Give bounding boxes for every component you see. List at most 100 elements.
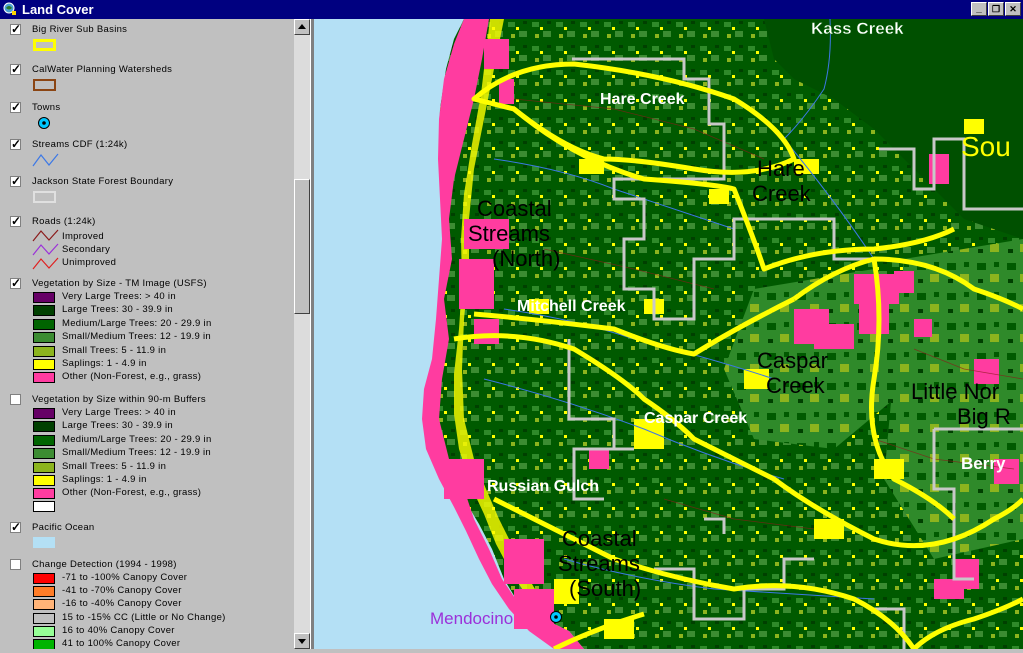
label-caspar-line1: Caspar [757,348,828,373]
veg-buffer-class-label: Very Large Trees: > 40 in [62,407,176,418]
label-coastal-south-1: Coastal [562,526,637,551]
change-class-swatch [33,586,55,598]
mendocino-town-icon[interactable] [550,611,562,623]
veg-class-swatch [33,332,55,344]
change-class-label: -16 to -40% Canopy Cover [62,598,182,610]
layer-checkbox-roads[interactable]: ✓ [10,215,21,227]
road-class-secondary: Secondary [62,244,111,255]
arrow-down-icon [298,639,306,644]
label-hare-creek-small: Hare Creek [600,91,685,108]
label-hare-creek-line1: Hare [757,156,805,181]
scroll-up-button[interactable] [294,19,310,35]
layer-name-roads[interactable]: Roads (1:24k) [32,216,96,227]
change-class-label: 15 to -15% CC (Little or No Change) [62,611,226,623]
veg-class-swatch [33,372,55,384]
veg-buffer-class-swatch [33,461,55,473]
scroll-thumb[interactable] [294,179,310,314]
minimize-button[interactable]: _ [971,2,987,16]
change-class-label: 41 to 100% Canopy Cover [62,638,181,649]
label-berry: Berry [961,454,1006,473]
no-data-swatch [33,501,55,512]
veg-class-label: Medium/Large Trees: 20 - 29.9 in [62,317,212,329]
layer-name-veg-size[interactable]: Vegetation by Size - TM Image (USFS) [32,278,207,289]
label-coastal-north-2: Streams [468,221,550,246]
arrow-up-icon [298,24,306,29]
label-south: Sou [961,131,1011,162]
label-russian-gulch: Russian Gulch [487,478,599,495]
label-kass-creek: Kass Creek [811,19,904,38]
layer-name-pacific-ocean[interactable]: Pacific Ocean [32,522,95,533]
veg-class-label: Small/Medium Trees: 12 - 19.9 in [62,331,211,343]
road-class-improved: Improved [62,231,105,242]
change-class-swatch [33,612,55,624]
veg-class-swatch [33,345,55,357]
layer-name-veg-buffers[interactable]: Vegetation by Size within 90-m Buffers [32,394,206,405]
label-mendocino: Mendocino [430,609,513,628]
layer-checkbox-calwater[interactable]: ✓ [10,63,21,75]
stream-line-icon [32,153,59,167]
label-caspar-line2: Creek [766,373,826,398]
veg-buffer-class-swatch [33,475,55,486]
veg-class-swatch [33,292,55,303]
veg-class-swatch [33,359,55,370]
label-coastal-south-3: (South) [569,576,641,601]
jsf-boundary-symbol [33,191,56,203]
label-coastal-south-2: Streams [558,551,640,576]
change-class-label: -41 to -70% Canopy Cover [62,585,182,597]
layer-checkbox-veg-size[interactable]: ✓ [10,277,21,289]
window-title: Land Cover [22,2,94,17]
label-caspar-creek-small: Caspar Creek [644,410,747,427]
layer-checkbox-pacific-ocean[interactable]: ✓ [10,521,21,533]
layer-checkbox-jsf[interactable]: ✓ [10,175,21,187]
veg-buffer-class-swatch [33,448,55,460]
veg-buffer-class-swatch [33,434,55,446]
veg-buffer-class-swatch [33,488,55,500]
veg-class-label: Small Trees: 5 - 11.9 in [62,344,167,356]
veg-buffer-class-swatch [33,408,55,419]
layer-name-calwater[interactable]: CalWater Planning Watersheds [32,64,172,75]
layer-name-streams[interactable]: Streams CDF (1:24k) [32,139,127,150]
veg-buffer-class-label: Small/Medium Trees: 12 - 19.9 in [62,447,211,459]
arcview-app-icon [3,2,16,15]
town-point-icon [38,117,50,129]
scroll-down-button[interactable] [294,633,310,649]
veg-class-swatch [33,305,55,317]
veg-buffer-class-label: Saplings: 1 - 4.9 in [62,474,147,485]
layer-checkbox-veg-buffers[interactable] [10,394,21,405]
change-class-swatch [33,639,55,649]
legend-list: ✓ Big River Sub Basins ✓ CalWater Planni… [0,19,294,649]
layer-name-jsf[interactable]: Jackson State Forest Boundary [32,176,173,187]
veg-buffer-class-label: Medium/Large Trees: 20 - 29.9 in [62,433,212,445]
label-little-north-1: Little Nor [911,379,999,404]
layer-checkbox-streams[interactable]: ✓ [10,138,21,150]
layer-name-towns[interactable]: Towns [32,102,60,113]
change-class-swatch [33,625,55,637]
change-class-label: 16 to 40% Canopy Cover [62,624,175,636]
basin-boundary-symbol [33,39,56,51]
label-coastal-north-1: Coastal [477,196,552,221]
label-coastal-north-3: (North) [492,246,560,271]
veg-buffer-class-label: Small Trees: 5 - 11.9 in [62,460,167,472]
legend-scrollbar[interactable] [294,19,310,649]
layer-checkbox-towns[interactable]: ✓ [10,101,21,113]
close-button[interactable]: ✕ [1005,2,1021,16]
change-class-swatch [33,573,55,584]
veg-buffer-class-swatch [33,421,55,433]
layer-name-big-river-sub-basins[interactable]: Big River Sub Basins [32,24,127,35]
layer-name-change-detection[interactable]: Change Detection (1994 - 1998) [32,559,177,570]
ocean-swatch [33,537,55,548]
layer-checkbox-change-detection[interactable] [10,559,21,570]
veg-class-label: Other (Non-Forest, e.g., grass) [62,371,202,383]
change-class-label: -71 to -100% Canopy Cover [62,572,188,583]
road-class-unimproved: Unimproved [62,257,117,268]
veg-class-label: Saplings: 1 - 4.9 in [62,358,147,369]
veg-class-swatch [33,318,55,330]
restore-button[interactable]: ❐ [988,2,1004,16]
label-little-north-2: Big R [957,404,1011,429]
map-view[interactable]: Kass Creek Hare Creek Hare Creek Sou Coa… [314,19,1023,649]
map-canvas[interactable]: Kass Creek Hare Creek Hare Creek Sou Coa… [314,19,1023,649]
calwater-boundary-symbol [33,79,56,91]
road-line-icons [32,229,59,270]
title-bar: Land Cover _ ❐ ✕ [0,0,1023,19]
layer-checkbox-big-river-sub-basins[interactable]: ✓ [10,23,21,35]
